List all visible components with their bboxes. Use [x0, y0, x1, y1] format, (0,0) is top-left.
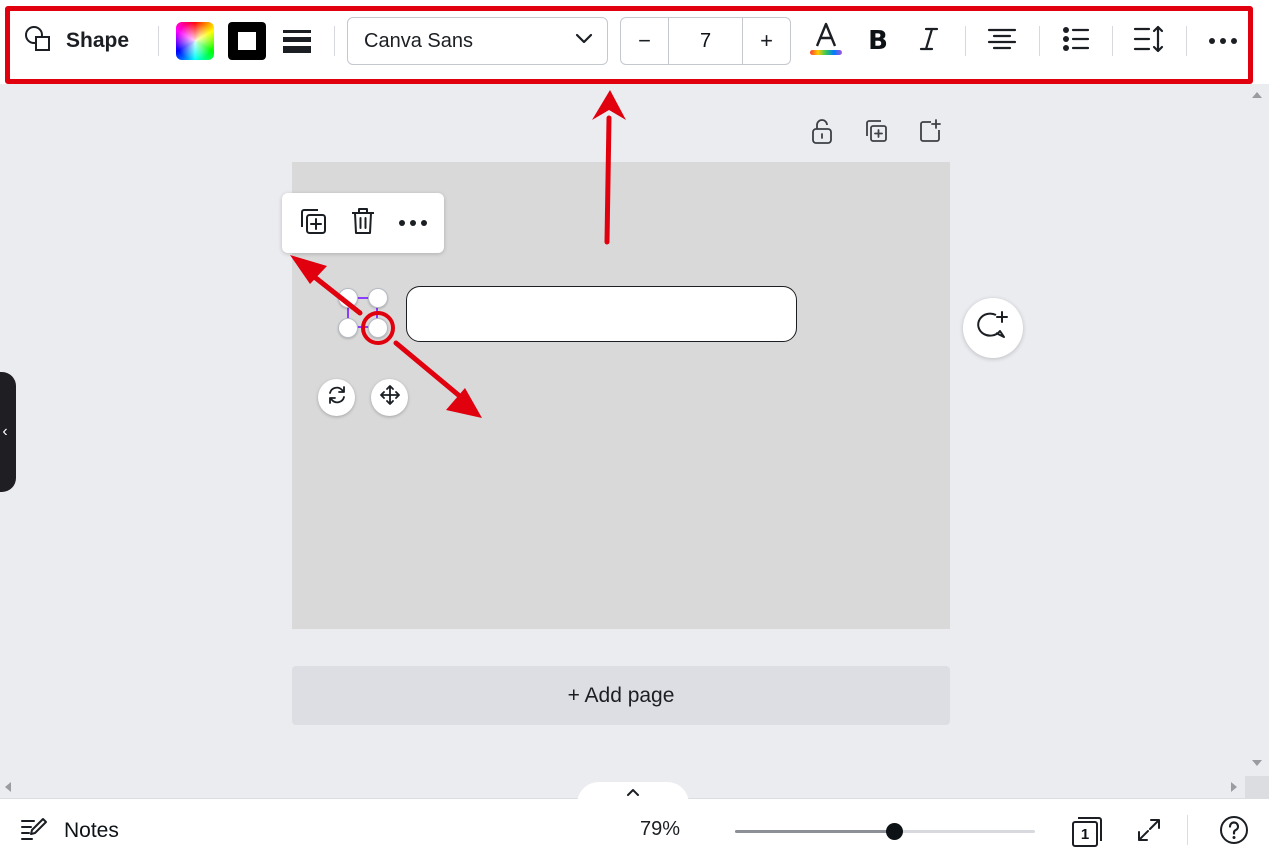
zoom-slider-knob[interactable]	[886, 823, 903, 840]
show-pages-toggle[interactable]	[577, 782, 689, 804]
fill-color-button[interactable]	[176, 22, 214, 60]
comment-add-icon	[976, 309, 1010, 348]
border-style-icon	[283, 29, 311, 33]
scroll-up-icon[interactable]	[1252, 92, 1262, 98]
notes-label: Notes	[64, 819, 119, 842]
list-button[interactable]	[1057, 22, 1095, 60]
increase-font-size-button[interactable]: +	[742, 18, 790, 64]
spacing-button[interactable]	[1130, 22, 1168, 60]
more-options-button[interactable]	[1204, 22, 1242, 60]
add-comment-button[interactable]	[963, 298, 1023, 358]
expand-icon	[1136, 817, 1162, 848]
rounded-rectangle-shape[interactable]	[406, 286, 797, 342]
align-button[interactable]	[983, 22, 1021, 60]
text-color-button[interactable]	[807, 22, 845, 60]
duplicate-page-icon	[863, 118, 889, 149]
chevron-down-icon	[575, 32, 593, 50]
footer-divider	[1187, 815, 1188, 845]
bold-button[interactable]: B	[859, 22, 897, 60]
shapes-icon	[24, 25, 52, 58]
toolbar-divider	[1186, 26, 1187, 56]
line-spacing-icon	[1133, 25, 1165, 58]
scroll-left-icon[interactable]	[5, 782, 11, 792]
rotate-button[interactable]	[318, 379, 355, 416]
toolbar-divider	[1112, 26, 1113, 56]
notes-button[interactable]: Notes	[20, 816, 119, 846]
duplicate-icon	[298, 206, 328, 241]
zoom-slider[interactable]	[735, 823, 1035, 840]
pages-icon: 1	[1070, 815, 1104, 848]
side-panel-toggle[interactable]: ‹	[0, 372, 16, 492]
shape-button[interactable]: Shape	[18, 24, 135, 58]
shape-label: Shape	[66, 29, 130, 52]
scroll-right-icon[interactable]	[1231, 782, 1237, 792]
rotate-icon	[326, 384, 348, 411]
zoom-percentage[interactable]: 79%	[640, 818, 680, 841]
resize-handle-bottom-left[interactable]	[338, 318, 358, 338]
border-style-button[interactable]	[280, 24, 314, 58]
toolbar-divider	[158, 26, 159, 56]
decrease-font-size-button[interactable]: −	[621, 18, 669, 64]
help-button[interactable]	[1216, 814, 1252, 848]
page-count-button[interactable]: 1	[1069, 814, 1105, 848]
resize-handle-top-right[interactable]	[368, 288, 388, 308]
page-count: 1	[1080, 825, 1090, 843]
toolbar-divider	[965, 26, 966, 56]
add-page-icon	[917, 118, 943, 149]
element-context-menu	[282, 193, 444, 253]
scrollbar-corner	[1245, 776, 1269, 798]
zoom-slider-fill	[735, 830, 894, 833]
help-icon	[1219, 815, 1249, 848]
contextual-toolbar: Shape Canva Sans − 7 + B	[0, 0, 1269, 84]
align-center-icon	[987, 27, 1017, 56]
font-size-stepper: − 7 +	[620, 17, 791, 65]
handle-highlight-circle	[361, 311, 395, 345]
lock-icon	[810, 117, 834, 150]
add-page-top-button[interactable]	[915, 118, 945, 148]
more-horizontal-icon	[1208, 32, 1238, 50]
chevron-up-icon	[626, 784, 640, 802]
notes-icon	[20, 816, 48, 847]
font-family-value: Canva Sans	[364, 29, 473, 52]
duplicate-page-button[interactable]	[861, 118, 891, 148]
move-button[interactable]	[371, 379, 408, 416]
font-family-dropdown[interactable]: Canva Sans	[347, 17, 608, 65]
chevron-left-icon: ‹	[2, 423, 8, 440]
text-color-icon	[808, 20, 844, 63]
scroll-down-icon[interactable]	[1252, 760, 1262, 766]
italic-icon	[918, 26, 940, 57]
lock-page-button[interactable]	[807, 118, 837, 148]
italic-button[interactable]	[910, 22, 948, 60]
toolbar-divider	[334, 26, 335, 56]
font-size-input[interactable]: 7	[669, 18, 742, 64]
element-more-button[interactable]	[394, 205, 432, 241]
border-color-button[interactable]	[228, 22, 266, 60]
fullscreen-button[interactable]	[1131, 814, 1167, 848]
bold-icon: B	[868, 26, 888, 56]
resize-handle-top-left[interactable]	[338, 288, 358, 308]
toolbar-divider	[1039, 26, 1040, 56]
duplicate-element-button[interactable]	[294, 205, 332, 241]
trash-icon	[350, 206, 376, 241]
move-icon	[379, 384, 401, 411]
more-horizontal-icon	[398, 214, 428, 232]
vertical-scrollbar[interactable]	[1245, 84, 1269, 774]
bullet-list-icon	[1062, 26, 1090, 57]
add-page-button[interactable]: + Add page	[292, 666, 950, 725]
delete-element-button[interactable]	[344, 205, 382, 241]
